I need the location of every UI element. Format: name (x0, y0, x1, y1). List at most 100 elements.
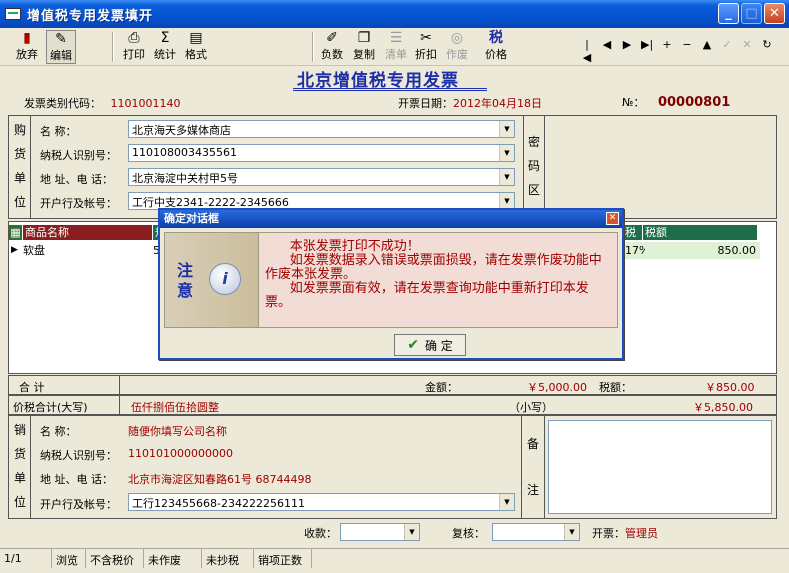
post-record-button[interactable]: ✓ (721, 38, 733, 64)
prev-record-button[interactable]: ◀ (601, 38, 613, 64)
cell-tax[interactable]: 850.00 (645, 242, 760, 259)
price-button[interactable]: 税 价格 (485, 30, 507, 64)
cell-name[interactable]: 软盘 (23, 242, 45, 259)
code-label: 发票类别代码： (24, 97, 101, 110)
dropdown-arrow-icon[interactable]: ▼ (499, 121, 514, 137)
grand-total-label: 价税合计(大写) (13, 401, 88, 414)
dropdown-arrow-icon[interactable]: ▼ (499, 494, 514, 510)
stats-button[interactable]: Σ 统计 (154, 30, 176, 64)
sigma-icon: Σ (160, 30, 170, 46)
ok-button[interactable]: ✔ 确 定 (394, 334, 466, 356)
status-mode: 浏览 (52, 549, 86, 568)
abandon-label: 放弃 (16, 48, 38, 61)
next-record-button[interactable]: ▶ (621, 38, 633, 64)
info-icon: i (209, 263, 241, 295)
insert-record-button[interactable]: + (661, 38, 673, 64)
seller-name-label: 名 称： (40, 425, 77, 438)
buyer-name-field[interactable]: 北京海天多媒体商店 ▼ (128, 120, 515, 138)
cipher-label: 密 (527, 135, 540, 149)
remark-label: 备 (526, 437, 539, 451)
discount-button[interactable]: ✂ 折扣 (415, 30, 437, 64)
grid-corner-icon[interactable]: ▦ (9, 225, 23, 240)
dropdown-arrow-icon[interactable]: ▼ (499, 145, 514, 161)
dialog-title-bar: 确定对话框 ✕ (160, 210, 622, 228)
remark-textarea[interactable] (548, 420, 772, 514)
refresh-button[interactable]: ↻ (761, 38, 773, 64)
buyer-address-field[interactable]: 北京海淀中关村甲5号 ▼ (128, 168, 515, 186)
confirm-dialog: 确定对话框 ✕ 注意 i 本张发票打印不成功！ 如发票数据录入错误或票面损毁，请… (158, 208, 624, 360)
dropdown-arrow-icon[interactable]: ▼ (564, 524, 579, 540)
app-icon (5, 8, 21, 20)
grand-total-row: 价税合计(大写) 伍仟捌佰伍拾圆整 （小写） ￥5,850.00 (8, 395, 777, 415)
buyer-taxid-value: 110108003435561 (132, 146, 237, 159)
dialog-title: 确定对话框 (164, 212, 219, 225)
column-header-name[interactable]: 商品名称 (23, 225, 153, 240)
negative-button[interactable]: ✐ 负数 (321, 30, 343, 64)
dialog-message: 本张发票打印不成功！ 如发票数据录入错误或票面损毁，请在发票作废功能中作废本张发… (265, 239, 602, 310)
tax-total-value: ￥850.00 (705, 381, 755, 394)
cipher-label: 码 (527, 159, 540, 173)
reviewer-field[interactable]: ▼ (492, 523, 580, 541)
stats-label: 统计 (154, 48, 176, 61)
close-button[interactable]: ✕ (764, 3, 785, 24)
seller-section: 销 货 单 位 名 称： 随便你填写公司名称 纳税人识别号： 110101000… (8, 415, 777, 519)
print-button[interactable]: ⎙ 打印 (123, 30, 145, 64)
buyer-address-label: 地 址、电 话： (40, 173, 113, 186)
seller-side-label: 销 (13, 423, 26, 437)
last-record-button[interactable]: ▶| (641, 38, 653, 64)
issuer-label: 开票： (592, 527, 625, 540)
amount-value: ￥5,000.00 (527, 381, 587, 394)
column-header-tax[interactable]: 税额 (643, 225, 758, 240)
printer-icon: ⎙ (128, 30, 140, 46)
buyer-taxid-label: 纳税人识别号： (40, 149, 117, 162)
buyer-section: 购 货 单 位 名 称： 北京海天多媒体商店 ▼ 纳税人识别号： 1101080… (8, 115, 777, 219)
cancel-record-button[interactable]: ✕ (741, 38, 753, 64)
number-label: №： (622, 96, 645, 109)
first-record-button[interactable]: |◀ (581, 38, 593, 64)
toolbar: ▮ 放弃 ✎ 编辑 ⎙ 打印 Σ 统计 ▤ 格式 ✐ 负数 ❐ 复制 ☰ 清单 … (0, 28, 789, 66)
seller-bank-label: 开户行及帐号： (40, 498, 117, 511)
seller-side-label: 货 (13, 447, 26, 461)
grand-total-small-label: （小写） (509, 401, 553, 414)
seller-address-value: 北京市海淀区知春路61号 68744498 (128, 473, 312, 486)
discount-label: 折扣 (415, 48, 437, 61)
cell-rate[interactable]: 17% (625, 242, 649, 259)
buyer-name-value: 北京海天多媒体商店 (132, 124, 231, 137)
buyer-name-label: 名 称： (40, 125, 77, 138)
format-icon: ▤ (189, 30, 203, 46)
dialog-close-button[interactable]: ✕ (606, 212, 619, 225)
edit-button[interactable]: ✎ 编辑 (46, 30, 76, 64)
format-label: 格式 (185, 48, 207, 61)
check-icon: ✔ (407, 337, 419, 353)
void-label: 作废 (446, 48, 468, 61)
invoice-number: №： 00000801 (622, 94, 730, 110)
buyer-side-label: 位 (13, 195, 26, 209)
list-button[interactable]: ☰ 清单 (385, 30, 407, 64)
dropdown-arrow-icon[interactable]: ▼ (499, 193, 514, 209)
column-header-rate[interactable]: 税率 (623, 225, 643, 254)
buyer-taxid-field[interactable]: 110108003435561 ▼ (128, 144, 515, 162)
abandon-icon: ▮ (23, 30, 31, 46)
dialog-side-panel: 注意 i (165, 233, 259, 327)
abandon-button[interactable]: ▮ 放弃 (16, 30, 38, 64)
dropdown-arrow-icon[interactable]: ▼ (404, 524, 419, 540)
price-icon: 税 (489, 30, 503, 46)
copy-button[interactable]: ❐ 复制 (353, 30, 375, 64)
reviewer-label: 复核： (452, 527, 485, 540)
dropdown-arrow-icon[interactable]: ▼ (499, 169, 514, 185)
edit-record-button[interactable]: ▲ (701, 38, 713, 64)
buyer-side-label: 单 (13, 171, 26, 185)
seller-side-label: 单 (13, 471, 26, 485)
minimize-button[interactable]: _ (718, 3, 739, 24)
payee-field[interactable]: ▼ (340, 523, 420, 541)
status-tax-copy: 未抄税 (202, 549, 254, 568)
number-value: 00000801 (657, 95, 731, 110)
format-button[interactable]: ▤ 格式 (185, 30, 207, 64)
seller-bank-field[interactable]: 工行123455668-234222256111 ▼ (128, 493, 515, 511)
sum-label: 合 计 (19, 381, 45, 394)
seller-taxid-label: 纳税人识别号： (40, 449, 117, 462)
delete-record-button[interactable]: − (681, 38, 693, 64)
tax-total-label: 税额： (599, 381, 632, 394)
void-button[interactable]: ◎ 作废 (446, 30, 468, 64)
maximize-button[interactable]: □ (741, 3, 762, 24)
